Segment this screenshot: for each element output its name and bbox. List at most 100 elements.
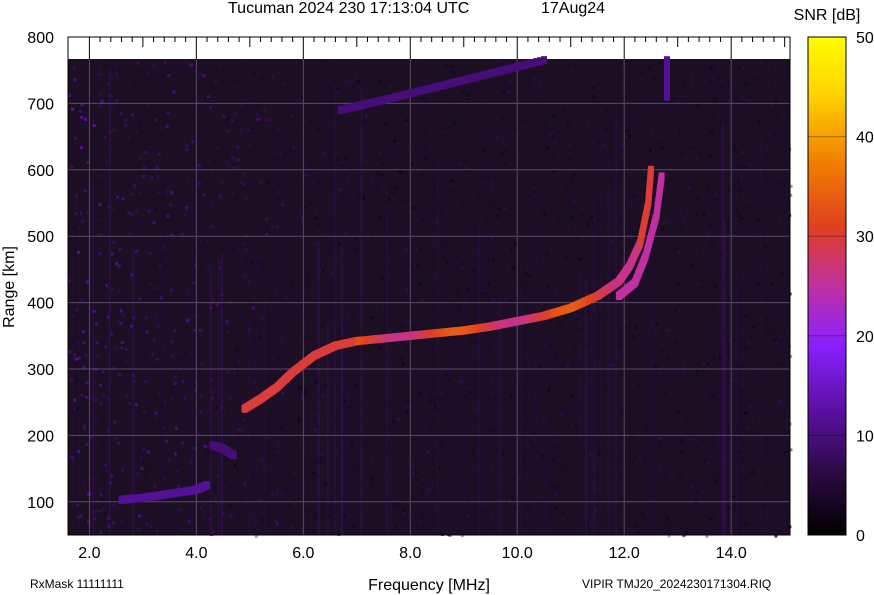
noise-pixel — [226, 370, 230, 373]
noise-pixel — [313, 506, 317, 510]
noise-pixel — [420, 173, 424, 176]
noise-pixel — [329, 190, 333, 194]
noise-pixel — [218, 193, 222, 197]
noise-pixel — [232, 515, 236, 519]
noise-pixel — [508, 97, 512, 101]
noise-pixel — [256, 221, 260, 225]
noise-pixel — [290, 70, 294, 74]
noise-pixel — [326, 210, 330, 214]
noise-pixel — [632, 193, 636, 197]
noise-pixel — [396, 417, 400, 421]
noise-pixel — [181, 380, 185, 384]
noise-pixel — [379, 174, 383, 178]
noise-pixel — [289, 86, 293, 90]
noise-pixel — [420, 478, 424, 482]
x-axis-label: Frequency [MHz] — [368, 577, 490, 594]
noise-pixel — [769, 472, 773, 476]
noise-pixel — [778, 96, 782, 100]
noise-pixel — [479, 221, 483, 224]
noise-pixel — [564, 240, 567, 244]
noise-pixel — [209, 225, 213, 229]
noise-pixel — [635, 150, 638, 154]
noise-pixel — [724, 262, 728, 266]
noise-pixel — [702, 459, 706, 463]
noise-pixel — [275, 492, 279, 496]
noise-pixel — [228, 121, 232, 125]
noise-pixel — [414, 193, 418, 197]
noise-pixel — [674, 95, 678, 99]
noise-pixel — [401, 325, 405, 329]
noise-pixel — [530, 515, 534, 519]
noise-pixel — [100, 498, 104, 502]
noise-pixel — [127, 136, 130, 140]
noise-pixel — [678, 113, 682, 117]
noise-pixel — [572, 280, 576, 284]
noise-pixel — [258, 137, 262, 141]
noise-pixel — [532, 83, 536, 87]
noise-pixel — [171, 397, 174, 401]
noise-pixel — [756, 218, 760, 222]
y-tick-label: 700 — [27, 96, 54, 113]
noise-pixel — [177, 484, 181, 488]
noise-pixel — [511, 89, 515, 93]
noise-pixel — [586, 228, 590, 232]
noise-pixel — [183, 511, 186, 515]
noise-pixel — [204, 518, 208, 522]
noise-pixel — [399, 305, 403, 308]
noise-pixel — [110, 287, 114, 291]
noise-pixel — [170, 353, 174, 356]
noise-pixel — [147, 309, 151, 312]
noise-pixel — [558, 323, 562, 327]
noise-pixel — [682, 436, 686, 440]
noise-pixel — [634, 461, 638, 465]
noise-pixel — [427, 526, 431, 530]
noise-stripe — [784, 116, 787, 535]
noise-pixel — [399, 282, 402, 286]
noise-pixel — [119, 309, 123, 313]
noise-pixel — [411, 496, 415, 500]
noise-pixel — [546, 214, 550, 218]
noise-pixel — [771, 121, 775, 125]
noise-pixel — [271, 465, 275, 469]
noise-pixel — [654, 438, 658, 442]
noise-pixel — [289, 431, 293, 435]
noise-pixel — [495, 135, 499, 139]
noise-pixel — [669, 392, 673, 396]
noise-pixel — [320, 261, 324, 265]
noise-pixel — [139, 156, 143, 160]
noise-pixel — [540, 418, 544, 422]
noise-pixel — [250, 261, 254, 265]
noise-pixel — [677, 309, 681, 313]
noise-pixel — [732, 352, 736, 356]
noise-pixel — [370, 315, 374, 319]
noise-pixel — [220, 180, 224, 184]
noise-pixel — [669, 246, 673, 250]
noise-pixel — [298, 449, 302, 453]
noise-pixel — [86, 280, 89, 284]
noise-pixel — [605, 77, 609, 81]
noise-pixel — [352, 362, 356, 366]
noise-pixel — [587, 440, 591, 444]
noise-pixel — [153, 484, 157, 488]
noise-pixel — [157, 504, 161, 508]
noise-pixel — [750, 261, 754, 265]
noise-pixel — [563, 495, 567, 499]
noise-pixel — [137, 121, 141, 125]
noise-pixel — [689, 82, 692, 86]
noise-pixel — [767, 181, 771, 185]
noise-pixel — [540, 303, 544, 307]
noise-pixel — [259, 335, 262, 339]
noise-pixel — [571, 199, 575, 203]
noise-pixel — [294, 344, 298, 348]
noise-pixel — [316, 127, 320, 131]
noise-pixel — [269, 91, 273, 95]
noise-pixel — [329, 448, 333, 452]
noise-pixel — [663, 513, 667, 517]
noise-pixel — [214, 78, 218, 82]
noise-pixel — [772, 430, 775, 434]
noise-pixel — [424, 100, 428, 104]
noise-pixel — [179, 351, 183, 355]
noise-pixel — [79, 211, 83, 215]
noise-stripe — [278, 121, 281, 535]
noise-pixel — [747, 427, 750, 431]
